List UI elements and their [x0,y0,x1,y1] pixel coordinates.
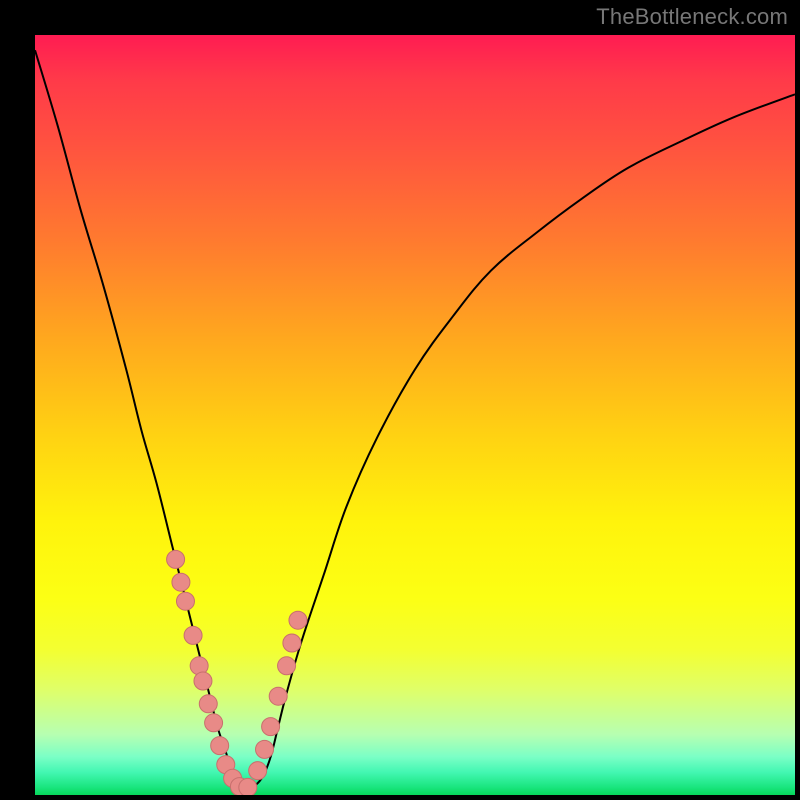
curve-marker [249,762,267,780]
curve-marker [278,657,296,675]
curve-marker [167,550,185,568]
curve-markers [167,550,307,795]
curve-marker [239,778,257,795]
curve-layer [35,35,795,795]
plot-area [35,35,795,795]
curve-marker [269,687,287,705]
chart-container: TheBottleneck.com [0,0,800,800]
curve-marker [194,672,212,690]
curve-marker [283,634,301,652]
curve-marker [172,573,190,591]
curve-marker [211,737,229,755]
watermark-text: TheBottleneck.com [596,4,788,30]
curve-marker [256,740,274,758]
curve-marker [205,714,223,732]
curve-marker [199,695,217,713]
curve-marker [262,718,280,736]
curve-marker [289,611,307,629]
curve-marker [184,626,202,644]
bottleneck-curve [35,50,795,787]
curve-marker [176,592,194,610]
